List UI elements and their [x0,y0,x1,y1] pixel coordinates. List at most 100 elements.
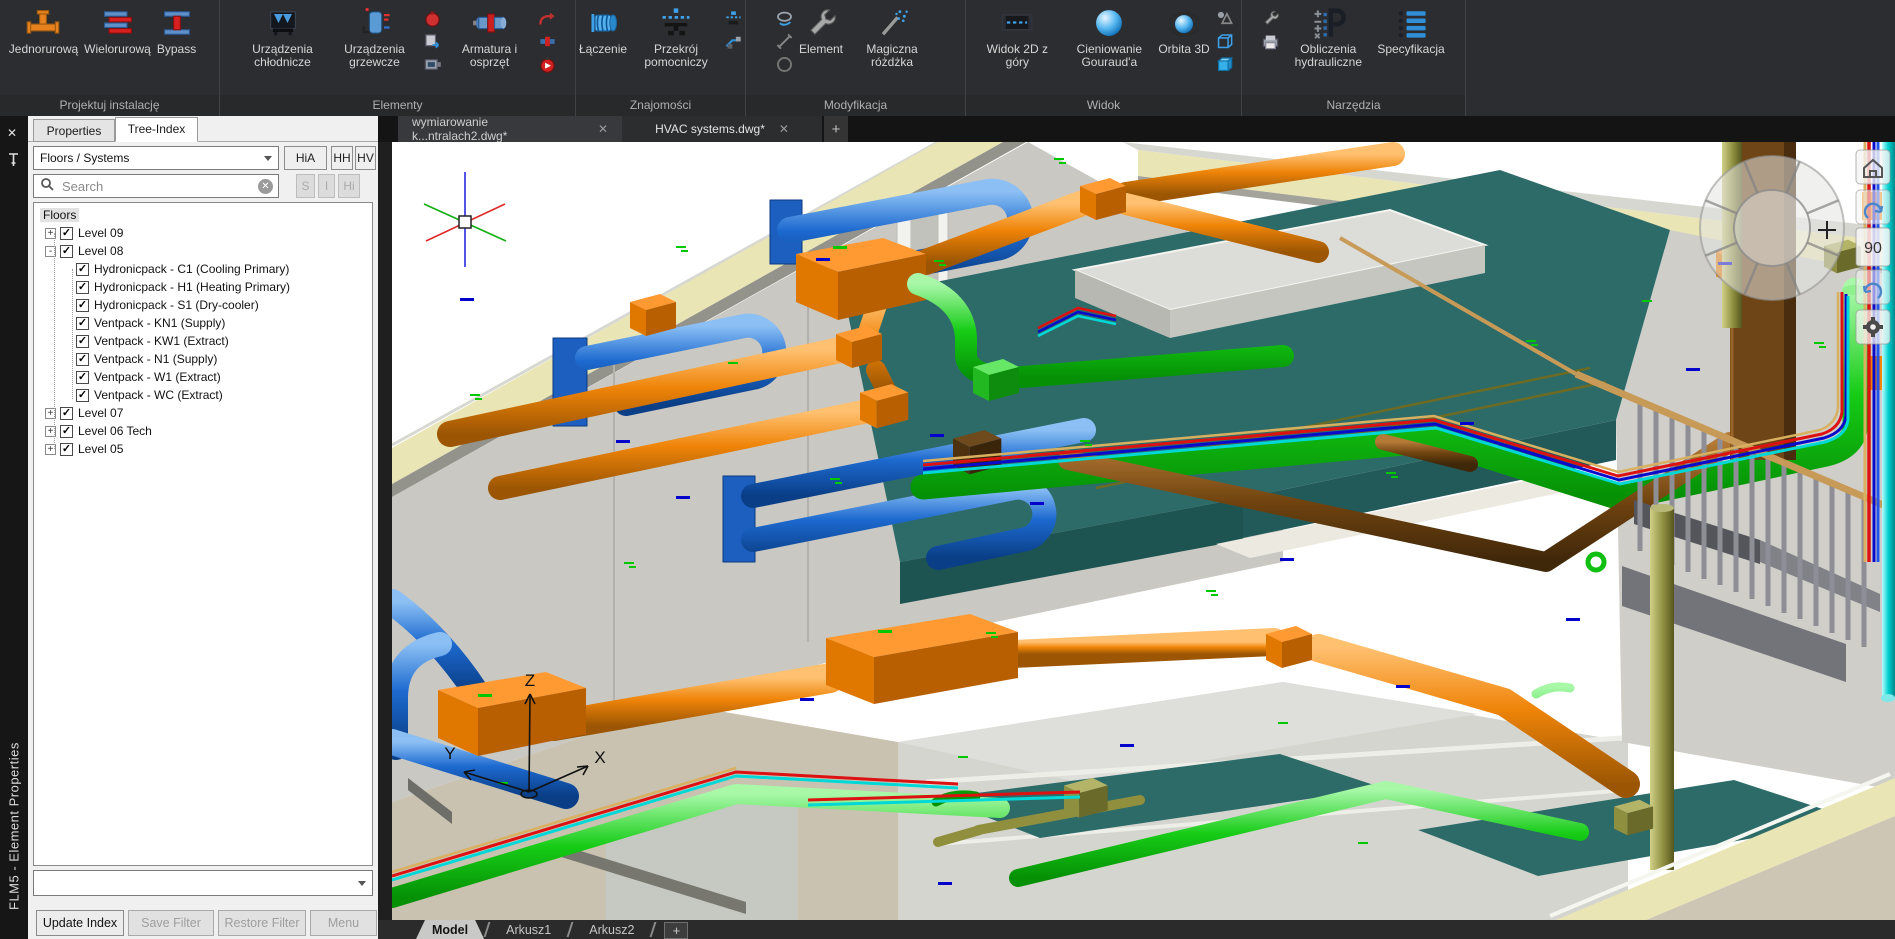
orbit-3d-button[interactable]: Orbita 3D [1155,3,1212,58]
tree-row-system[interactable]: Hydronicpack - C1 (Cooling Primary) [34,260,372,278]
search-box: ✕ [33,174,279,198]
search-clear-icon[interactable]: ✕ [258,179,273,194]
connect-button[interactable]: Łączenie [576,3,630,58]
checkbox-checked-icon[interactable] [60,443,73,456]
revision-cloud-icon[interactable] [775,9,794,28]
checkbox-checked-icon[interactable] [76,317,89,330]
angle-value: 90 [1864,240,1882,257]
doc-tab-1[interactable]: wymiarowanie k...ntralach2.dwg* ✕ [398,116,622,142]
tree-row-system[interactable]: Ventpack - WC (Extract) [34,386,372,404]
cooling-devices-button[interactable]: Urządzenia chłodnicze [237,3,329,71]
view-2d-top-button[interactable]: Widok 2D z góry [971,3,1063,71]
checkbox-checked-icon[interactable] [60,227,73,240]
tree-row-level05[interactable]: Level 05 [34,440,372,458]
tree-item-label: Level 08 [78,244,123,258]
tree-row-system[interactable]: Ventpack - W1 (Extract) [34,368,372,386]
search-s-button[interactable]: S [296,174,315,198]
section-line-icon[interactable] [724,9,743,28]
checkbox-checked-icon[interactable] [60,245,73,258]
panel-pin-icon[interactable] [7,152,20,169]
settings-wrench-icon[interactable] [1261,9,1280,28]
checkbox-checked-icon[interactable] [76,335,89,348]
new-layout-button[interactable]: + [664,922,688,939]
save-filter-button[interactable]: Save Filter [128,910,214,936]
tree-row-level07[interactable]: Level 07 [34,404,372,422]
doc-tab-2-close-icon[interactable]: ✕ [779,122,789,136]
tools-small-tools [1259,3,1282,57]
heating-devices-button[interactable]: Urządzenia grzewcze [329,3,421,71]
checkbox-checked-icon[interactable] [76,263,89,276]
tree-row-level09[interactable]: Level 09 [34,224,372,242]
pump-icon[interactable] [538,55,557,74]
shaded-cube-icon[interactable] [1215,55,1234,74]
multi-pipe-label: Wielorurową [84,43,151,56]
magic-wand-label: Magiczna różdżka [849,43,935,69]
multi-pipe-icon [100,5,136,41]
search-hi-button[interactable]: Hi [338,174,360,198]
valve-icon[interactable] [538,9,557,28]
navigation-wheel[interactable] [1700,156,1844,300]
gouraud-label: Cieniowanie Gouraud'a [1066,43,1152,69]
filter-preset-select[interactable] [33,870,373,896]
magic-wand-button[interactable]: Magiczna różdżka [846,3,938,71]
filter-mode-value: Floors / Systems [40,151,129,165]
group-label-design: Projektuj instalację [0,95,219,116]
pipe-length-icon[interactable] [775,32,794,51]
plot-icon[interactable] [1261,32,1280,51]
layout-tab-arkusz1[interactable]: Arkusz1 [490,920,567,939]
gouraud-shading-button[interactable]: Cieniowanie Gouraud'a [1063,3,1155,71]
filter-hv-button[interactable]: HV [355,146,376,170]
layout-tab-model[interactable]: Model [416,920,484,939]
element-button[interactable]: Element [796,3,846,58]
checkbox-checked-icon[interactable] [76,299,89,312]
tree-row-system[interactable]: Ventpack - KW1 (Extract) [34,332,372,350]
tree-item-label: Hydronicpack - S1 (Dry-cooler) [94,298,259,312]
checkbox-checked-icon[interactable] [76,353,89,366]
insert-copy-icon[interactable] [423,32,442,51]
wireframe-cube-icon[interactable] [1215,32,1234,51]
fittings-button[interactable]: Armatura i osprzęt [444,3,536,71]
new-doc-tab-button[interactable]: + [824,116,848,142]
doc-tab-1-close-icon[interactable]: ✕ [598,122,608,136]
checkbox-checked-icon[interactable] [60,425,73,438]
tree-item-label: Ventpack - WC (Extract) [94,388,223,402]
tree-root-row[interactable]: Floors [34,206,372,224]
tree-row-system[interactable]: Hydronicpack - H1 (Heating Primary) [34,278,372,296]
update-index-button[interactable]: Update Index [36,910,124,936]
navigation-bar[interactable]: 90 [1856,150,1890,344]
aux-section-button[interactable]: Przekrój pomocniczy [630,3,722,71]
boiler-icon[interactable] [423,9,442,28]
layout-tab-arkusz2[interactable]: Arkusz2 [573,920,650,939]
filter-hia-button[interactable]: HiA [284,146,327,170]
filter-hh-button[interactable]: HH [331,146,353,170]
tree-row-system[interactable]: Ventpack - KN1 (Supply) [34,314,372,332]
filter-mode-select[interactable]: Floors / Systems [33,146,279,170]
search-i-button[interactable]: I [318,174,335,198]
single-pipe-button[interactable]: Jednorurową [6,3,81,58]
tree-row-level06[interactable]: Level 06 Tech [34,422,372,440]
visual-style-icon[interactable] [1215,9,1234,28]
fitting-icon[interactable] [538,32,557,51]
quick-section-icon[interactable] [724,32,743,51]
multi-pipe-button[interactable]: Wielorurową [81,3,154,58]
hydraulic-calc-button[interactable]: Obliczenia hydrauliczne [1282,3,1374,71]
panel-close-icon[interactable]: ✕ [7,126,17,140]
specification-button[interactable]: Specyfikacja [1374,3,1447,58]
checkbox-checked-icon[interactable] [76,371,89,384]
tab-tree-index[interactable]: Tree-Index [115,117,198,142]
restore-filter-button[interactable]: Restore Filter [218,910,306,936]
tree-row-system[interactable]: Hydronicpack - S1 (Dry-cooler) [34,296,372,314]
unknown-device-icon[interactable] [423,55,442,74]
search-input[interactable] [60,178,258,195]
checkbox-checked-icon[interactable] [76,281,89,294]
tab-properties[interactable]: Properties [33,119,115,142]
checkbox-checked-icon[interactable] [60,407,73,420]
model-canvas[interactable]: Z X Y 90 [378,142,1895,920]
doc-tab-2[interactable]: HVAC systems.dwg* ✕ [622,116,822,142]
menu-button[interactable]: Menu [310,910,377,936]
checkbox-checked-icon[interactable] [76,389,89,402]
circle-icon[interactable] [775,55,794,74]
bypass-button[interactable]: Bypass [154,3,199,58]
tree-row-system[interactable]: Ventpack - N1 (Supply) [34,350,372,368]
tree-row-level08[interactable]: Level 08 [34,242,372,260]
